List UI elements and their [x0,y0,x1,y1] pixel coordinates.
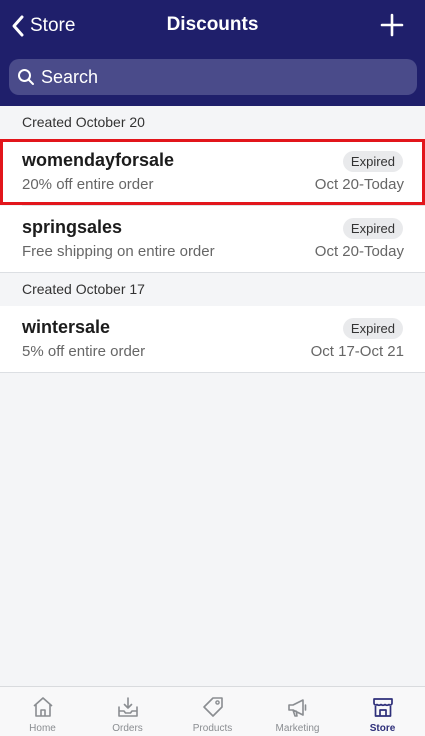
store-icon [372,698,393,717]
section-header-october-17: Created October 17 [0,273,425,305]
discount-code: wintersale [22,317,111,337]
discount-row-wintersale[interactable]: wintersale Expired 5% off entire order O… [0,306,425,372]
plus-icon [380,13,404,37]
discount-description: 20% off entire order [22,176,154,193]
megaphone-icon [287,699,306,717]
page-title: Discounts [166,14,259,35]
search-placeholder: Search [41,66,99,87]
search-input[interactable]: Search [9,59,417,95]
discount-dates: Oct 20-Today [314,243,404,260]
nav-row: Store Discounts [0,0,425,52]
search-icon [18,69,34,85]
tab-label: Orders [112,723,143,734]
tab-label: Marketing [275,723,320,734]
discount-code: springsales [22,217,123,237]
tag-icon [202,697,223,717]
tab-label: Home [29,723,56,734]
status-badge: Expired [342,218,403,239]
add-discount-button[interactable] [379,12,405,38]
home-icon [32,697,53,717]
tab-products[interactable]: Products [170,687,255,736]
tab-home[interactable]: Home [0,687,85,736]
tab-store[interactable]: Store [340,687,425,736]
tab-label: Store [369,723,396,734]
top-bar: Store Discounts Search [0,0,425,106]
discount-row-springsales[interactable]: springsales Expired Free shipping on ent… [0,206,425,272]
tab-orders[interactable]: Orders [85,687,170,736]
discount-description: Free shipping on entire order [22,243,215,260]
discount-dates: Oct 20-Today [314,176,404,193]
tab-label: Products [192,723,233,734]
discount-dates: Oct 17-Oct 21 [310,343,404,360]
orders-icon [117,697,138,717]
discount-row-womendayforsale[interactable]: womendayforsale Expired 20% off entire o… [0,139,425,205]
status-badge: Expired [342,318,403,339]
discount-code: womendayforsale [22,150,175,170]
tab-marketing[interactable]: Marketing [255,687,340,736]
tab-bar: Home Orders Products Marketing Store [0,686,425,736]
section-divider [0,372,425,373]
discount-description: 5% off entire order [22,343,146,360]
status-badge: Expired [342,151,403,172]
section-header-october-20: Created October 20 [0,106,425,138]
